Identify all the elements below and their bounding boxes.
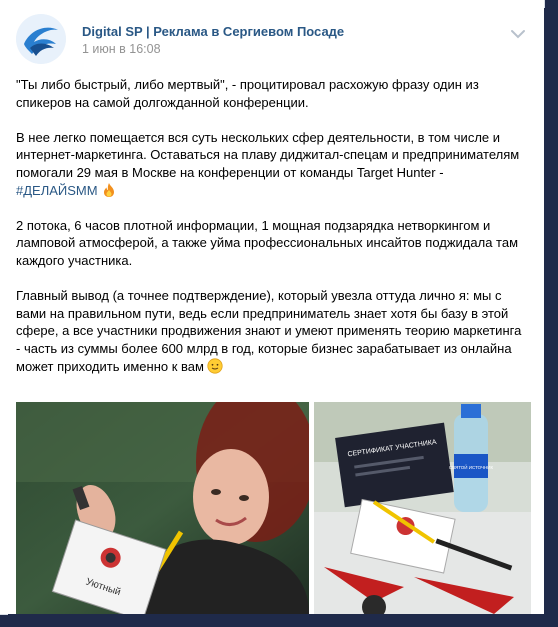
post-header: Digital SP | Реклама в Сергиевом Посаде … — [16, 14, 528, 66]
author-name-link[interactable]: Digital SP | Реклама в Сергиевом Посаде — [82, 24, 344, 39]
smiling-face-emoji-icon — [207, 357, 223, 374]
fire-emoji-icon — [101, 182, 117, 198]
paragraph-1: "Ты либо быстрый, либо мертвый", - проци… — [16, 77, 479, 110]
bottle-label: СВЯТОЙ ИСТОЧНИК — [449, 463, 494, 470]
post-photo-selfie[interactable]: Уютный — [16, 402, 309, 614]
community-logo-icon — [16, 14, 66, 64]
hashtag-link[interactable]: #ДЕЛАЙSMM — [16, 183, 98, 198]
paragraph-4-text: Главный вывод (а точнее подтверждение), … — [16, 288, 522, 374]
table-photo-image: СЕРТИФИКАТ УЧАСТНИКА СВЯТОЙ ИСТОЧНИК — [314, 402, 531, 614]
chevron-down-icon[interactable] — [510, 26, 526, 39]
paragraph-3: 2 потока, 6 часов плотной информации, 1 … — [16, 217, 519, 268]
post-date[interactable]: 1 июн в 16:08 — [82, 42, 161, 56]
post-text: "Ты либо быстрый, либо мертвый", - проци… — [16, 76, 526, 393]
paragraph-2: В нее легко помещается вся суть нескольк… — [16, 129, 526, 199]
post-photo-table[interactable]: СЕРТИФИКАТ УЧАСТНИКА СВЯТОЙ ИСТОЧНИК — [314, 402, 531, 614]
paragraph-4: Главный вывод (а точнее подтверждение), … — [16, 287, 526, 375]
paragraph-2-text: В нее легко помещается вся суть нескольк… — [16, 129, 520, 180]
community-avatar[interactable] — [16, 14, 66, 64]
selfie-photo-image: Уютный — [16, 402, 309, 614]
post-card: Digital SP | Реклама в Сергиевом Посаде … — [0, 0, 545, 615]
